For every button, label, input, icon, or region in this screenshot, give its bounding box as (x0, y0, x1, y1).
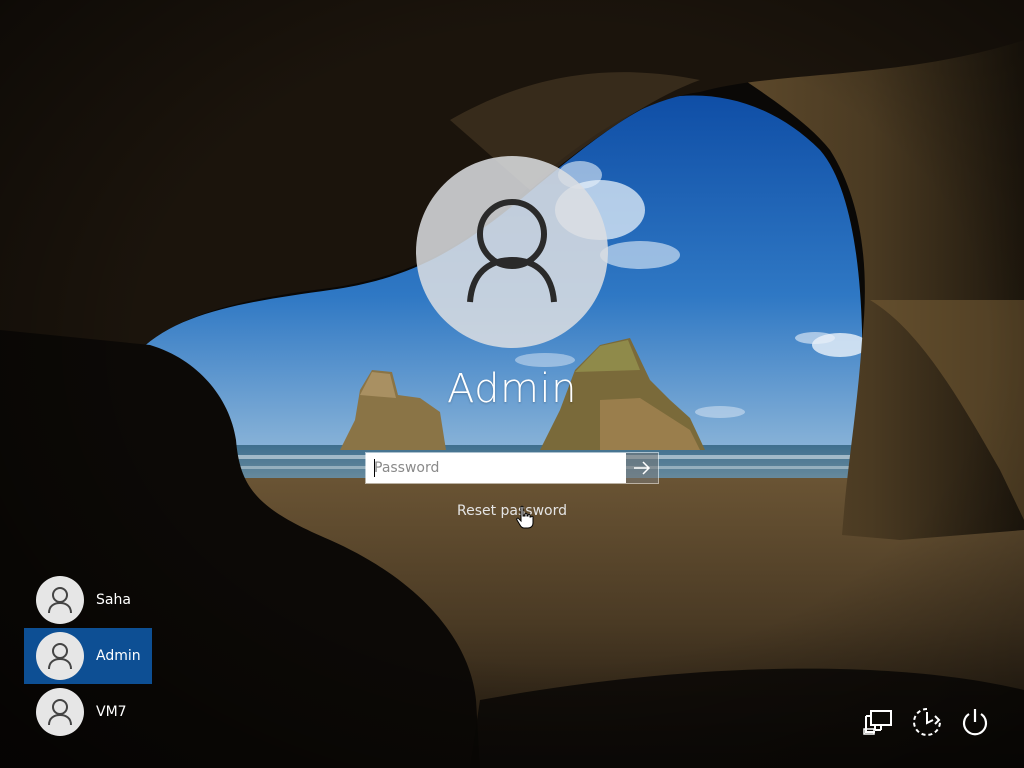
text-caret (374, 459, 375, 477)
password-box (365, 452, 659, 484)
lock-screen: Admin Reset password Saha Admin VM7 (0, 0, 1024, 768)
ease-of-access-icon (913, 708, 941, 736)
password-field[interactable] (366, 453, 626, 483)
user-tile-label: Admin (96, 648, 141, 664)
reset-password-link[interactable]: Reset password (362, 503, 662, 519)
power-button[interactable] (959, 706, 991, 738)
power-icon (962, 709, 988, 736)
ease-of-access-button[interactable] (911, 706, 943, 738)
user-icon (48, 643, 72, 670)
user-icon (48, 587, 72, 614)
user-list: Saha Admin VM7 (24, 572, 152, 740)
user-icon (48, 699, 72, 726)
submit-button[interactable] (626, 453, 658, 483)
user-tile-vm7[interactable]: VM7 (24, 684, 152, 740)
user-avatar-large (416, 156, 608, 348)
user-avatar-small (36, 576, 84, 624)
arrow-right-icon (634, 461, 651, 475)
network-button[interactable] (863, 706, 895, 738)
user-avatar-small (36, 688, 84, 736)
user-tile-admin[interactable]: Admin (24, 628, 152, 684)
user-tile-label: VM7 (96, 704, 127, 720)
user-tile-saha[interactable]: Saha (24, 572, 152, 628)
hand-cursor-icon (516, 505, 534, 529)
user-icon (467, 199, 557, 303)
user-tile-label: Saha (96, 592, 131, 608)
network-icon (863, 710, 892, 735)
selected-username: Admin (447, 366, 577, 412)
user-avatar-small (36, 632, 84, 680)
